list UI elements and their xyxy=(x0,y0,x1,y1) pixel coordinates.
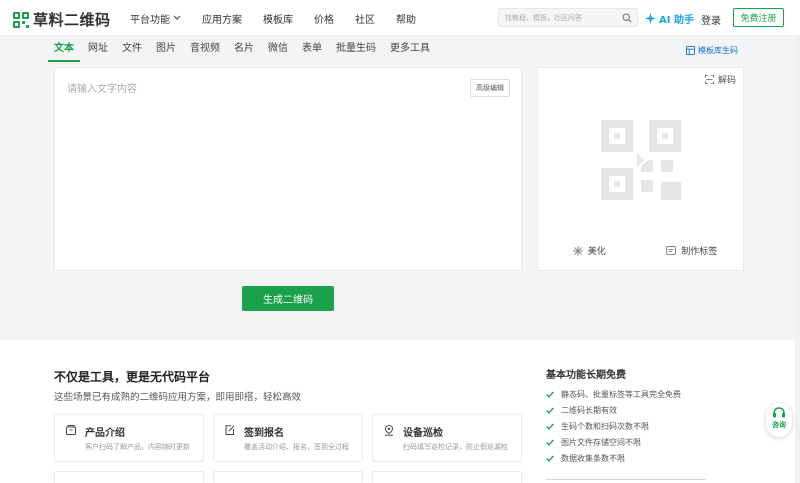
logo-icon xyxy=(13,11,29,28)
check-icon xyxy=(546,423,554,430)
consult-button[interactable]: 咨询 xyxy=(766,403,792,437)
tab-business-card[interactable]: 名片 xyxy=(234,36,254,62)
free-feature-text: 生码个数和扫码次数不限 xyxy=(561,421,649,431)
free-feature-item: 数据收集条数不限 xyxy=(546,450,681,466)
check-icon xyxy=(546,439,554,446)
solution-card-partial[interactable] xyxy=(54,471,204,483)
free-feature-text: 图片文件存储空间不限 xyxy=(561,437,641,447)
nav-community[interactable]: 社区 xyxy=(355,11,375,26)
logo[interactable]: 草料二维码 xyxy=(13,9,111,30)
nav-templates[interactable]: 模板库 xyxy=(263,11,293,26)
promo-subtitle: 这些场景已有成熟的二维码应用方案，即用即搭，轻松高效 xyxy=(54,392,302,403)
tab-batch[interactable]: 批量生码 xyxy=(336,36,376,62)
make-label-label: 制作标签 xyxy=(681,247,718,257)
tab-more-tools[interactable]: 更多工具 xyxy=(390,36,430,62)
advanced-edit-button[interactable]: 高级编辑 xyxy=(470,79,510,97)
ai-assistant-button[interactable]: AI 助手 xyxy=(645,11,694,26)
consult-label: 咨询 xyxy=(772,421,786,429)
promo-section: 不仅是工具，更是无代码平台 这些场景已有成熟的二维码应用方案，即用即搭，轻松高效… xyxy=(0,340,800,483)
free-feature-item: 图片文件存储空间不限 xyxy=(546,434,681,450)
check-icon xyxy=(546,391,554,398)
free-feature-item: 静态码、批量标签等工具完全免费 xyxy=(546,386,681,402)
decode-label: 解码 xyxy=(717,76,736,86)
template-generate-link[interactable]: 模板库生码 xyxy=(686,45,738,56)
check-icon xyxy=(546,407,554,414)
free-feature-text: 数据收集条数不限 xyxy=(561,453,625,463)
search-box xyxy=(498,8,638,27)
location-icon xyxy=(384,425,394,436)
brand-name: 草料二维码 xyxy=(33,11,111,29)
tab-audio-video[interactable]: 音视频 xyxy=(190,36,220,62)
solution-card-inspection[interactable]: 设备巡检 扫码填写巡检记录，防止假巡漏检 xyxy=(372,414,522,462)
card-desc: 覆盖活动介绍、报名、签到全过程 xyxy=(244,443,349,451)
box-icon xyxy=(66,425,76,435)
label-icon xyxy=(666,246,677,255)
chevron-down-icon xyxy=(173,15,181,20)
tab-url[interactable]: 网址 xyxy=(88,36,108,62)
generate-qr-button[interactable]: 生成二维码 xyxy=(242,286,334,311)
qr-placeholder-icon xyxy=(601,120,681,200)
divider xyxy=(546,479,706,480)
nav-solutions[interactable]: 应用方案 xyxy=(202,11,242,26)
tab-form[interactable]: 表单 xyxy=(302,36,322,62)
tab-wechat[interactable]: 微信 xyxy=(268,36,288,62)
card-desc: 客户扫码了解产品，内容随时更新 xyxy=(85,443,190,451)
scan-icon xyxy=(704,75,714,84)
tab-text[interactable]: 文本 xyxy=(48,36,80,62)
free-feature-item: 二维码长期有效 xyxy=(546,402,681,418)
tab-file[interactable]: 文件 xyxy=(122,36,142,62)
scrollbar[interactable] xyxy=(795,36,800,483)
template-icon xyxy=(686,46,695,55)
beautify-button[interactable]: 美化 xyxy=(538,244,641,257)
template-generate-label: 模板库生码 xyxy=(698,46,738,55)
search-input[interactable] xyxy=(499,9,611,27)
solution-card-signin[interactable]: 签到报名 覆盖活动介绍、报名、签到全过程 xyxy=(213,414,363,462)
solution-card-product[interactable]: 产品介绍 客户扫码了解产品，内容随时更新 xyxy=(54,414,204,462)
free-feature-text: 二维码长期有效 xyxy=(561,405,617,415)
solution-card-partial[interactable] xyxy=(213,471,363,483)
check-icon xyxy=(546,455,554,462)
main-nav: 平台功能 应用方案 模板库 价格 社区 帮助 xyxy=(130,0,437,36)
free-feature-item: 生码个数和扫码次数不限 xyxy=(546,418,681,434)
free-feature-text: 静态码、批量标签等工具完全免费 xyxy=(561,389,681,399)
nav-platform[interactable]: 平台功能 xyxy=(130,11,181,26)
nav-help[interactable]: 帮助 xyxy=(396,11,416,26)
decode-button[interactable]: 解码 xyxy=(704,73,736,86)
qr-preview-panel: 解码 美化 制作标签 xyxy=(537,67,744,271)
free-features-title: 基本功能长期免费 xyxy=(546,370,626,381)
free-features-list: 静态码、批量标签等工具完全免费 二维码长期有效 生码个数和扫码次数不限 图片文件… xyxy=(546,386,681,466)
card-title: 签到报名 xyxy=(244,428,284,439)
solution-card-partial[interactable] xyxy=(372,471,522,483)
sparkle-icon xyxy=(645,13,656,24)
text-content-input[interactable] xyxy=(55,68,521,270)
text-editor: 高级编辑 xyxy=(54,67,522,271)
tab-image[interactable]: 图片 xyxy=(156,36,176,62)
beautify-label: 美化 xyxy=(587,247,606,257)
nav-pricing[interactable]: 价格 xyxy=(314,11,334,26)
login-link[interactable]: 登录 xyxy=(701,12,721,27)
card-title: 设备巡检 xyxy=(403,428,443,439)
generator-tabs: 文本 网址 文件 图片 音视频 名片 微信 表单 批量生码 更多工具 xyxy=(48,36,444,62)
sparkle-icon xyxy=(572,245,583,256)
ai-assistant-label: AI 助手 xyxy=(659,15,694,26)
preview-actions: 美化 制作标签 xyxy=(538,244,743,257)
top-navbar: 草料二维码 平台功能 应用方案 模板库 价格 社区 帮助 AI 助手 登录 免费… xyxy=(0,0,800,36)
card-title: 产品介绍 xyxy=(85,428,125,439)
register-button[interactable]: 免费注册 xyxy=(733,8,784,27)
card-desc: 扫码填写巡检记录，防止假巡漏检 xyxy=(403,443,508,451)
edit-icon xyxy=(225,425,235,435)
make-label-button[interactable]: 制作标签 xyxy=(641,244,744,257)
search-icon[interactable] xyxy=(622,13,632,23)
promo-title: 不仅是工具，更是无代码平台 xyxy=(54,370,211,384)
headset-icon xyxy=(773,407,785,418)
nav-platform-label: 平台功能 xyxy=(130,14,170,26)
